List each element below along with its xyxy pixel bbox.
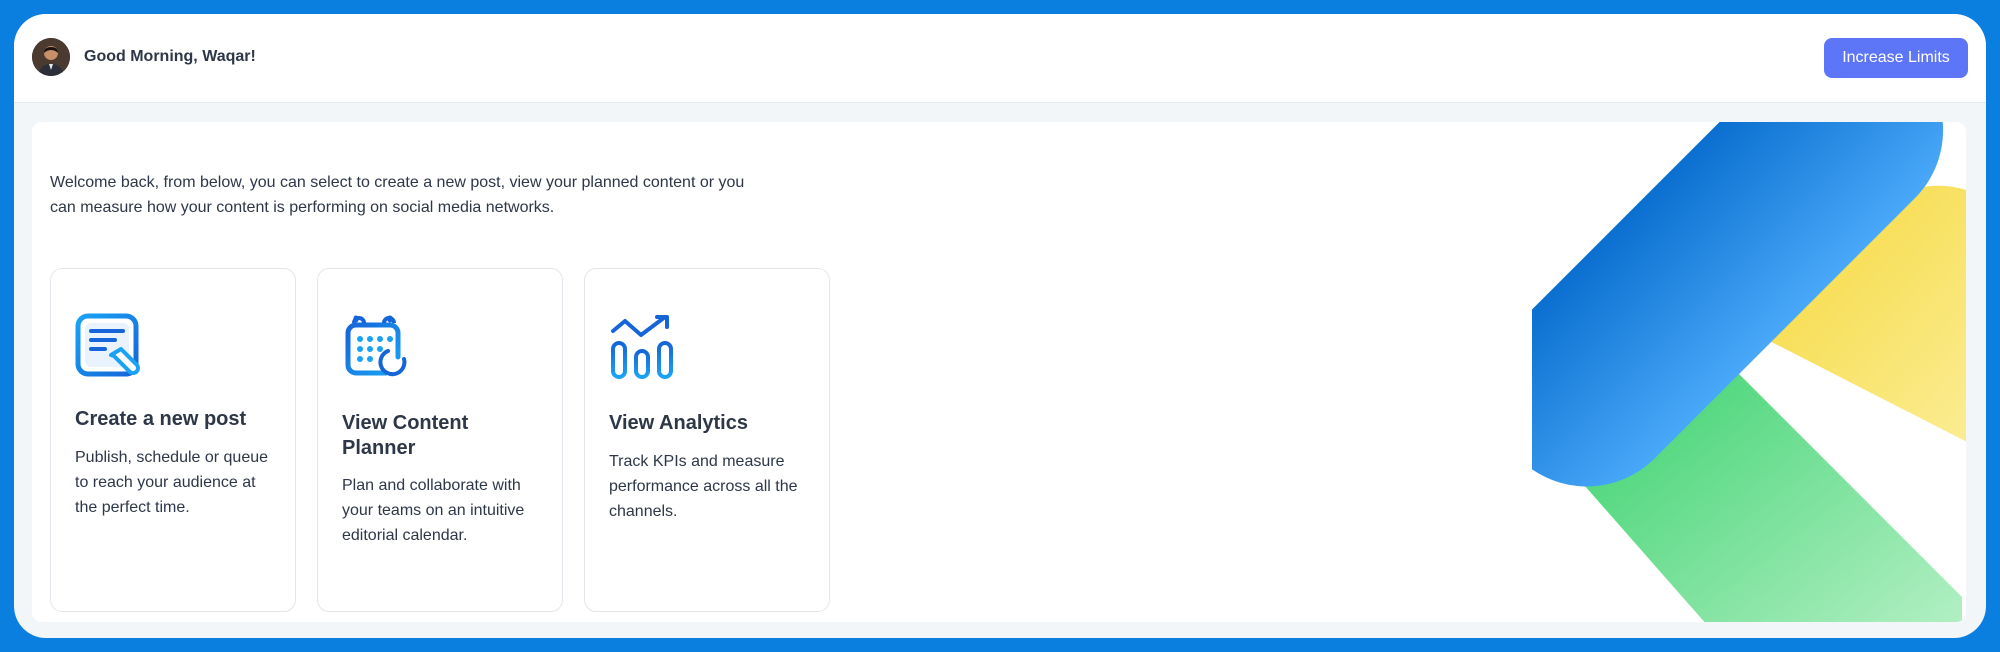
greeting-text: Good Morning, Waqar!: [84, 48, 256, 65]
card-description: Publish, schedule or queue to reach your…: [75, 449, 269, 516]
card-title: View Analytics: [609, 412, 748, 434]
analytics-card[interactable]: View Analytics Track KPIs and measure pe…: [584, 268, 830, 612]
analytics-icon: [611, 315, 673, 379]
content-planner-card[interactable]: View Content Planner Plan and collaborat…: [317, 268, 563, 612]
user-photo-icon: [32, 38, 70, 76]
app-window: Good Morning, Waqar! Increase Limits Wel…: [14, 14, 1986, 638]
card-title: Create a new post: [75, 408, 247, 430]
edit-post-icon: [75, 313, 140, 377]
brand-decoration-icon: [1532, 122, 1966, 622]
top-bar: Good Morning, Waqar! Increase Limits: [14, 14, 1986, 103]
avatar[interactable]: [32, 38, 70, 76]
card-description: Plan and collaborate with your teams on …: [342, 477, 525, 544]
welcome-text: Welcome back, from below, you can select…: [50, 174, 745, 216]
window-frame: Good Morning, Waqar! Increase Limits Wel…: [0, 0, 2000, 652]
dashboard-panel: Welcome back, from below, you can select…: [32, 122, 1966, 622]
increase-limits-button[interactable]: Increase Limits: [1824, 38, 1968, 78]
create-post-card[interactable]: Create a new post Publish, schedule or q…: [50, 268, 296, 612]
card-description: Track KPIs and measure performance acros…: [609, 453, 798, 520]
card-title: View Content Planner: [342, 412, 469, 459]
calendar-icon: [345, 315, 407, 377]
